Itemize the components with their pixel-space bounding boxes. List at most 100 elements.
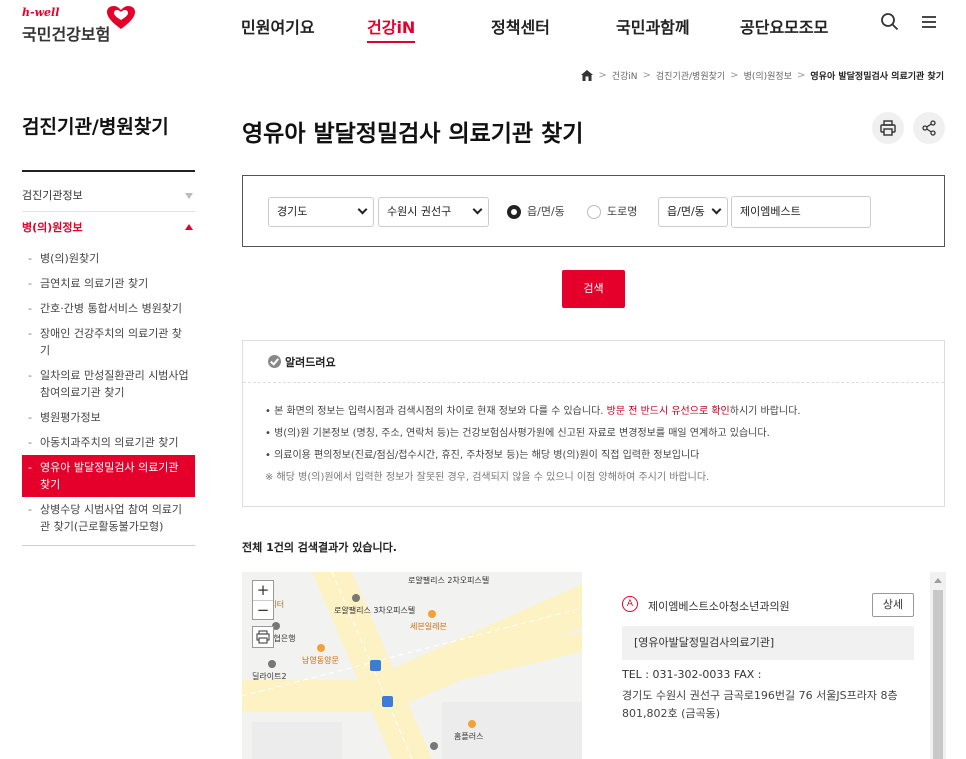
result-card: A 제이엠베스트소아청소년과의원 상세 [영유아발달정밀검사의료기관] TEL … (606, 572, 946, 759)
breadcrumb-separator: > (797, 69, 806, 81)
search-form: 경기도 수원시 권선구 읍/면/동 도로명 읍/면/동 제이엠베스트 (242, 175, 945, 247)
expand-arrow-icon (185, 224, 193, 230)
map-zoom-control: + − (252, 580, 274, 620)
sidebar-menu: 검진기관정보 병(의)원정보 병(의)원찾기 금연치료 의료기관 찾기 간호·간… (22, 180, 195, 546)
chevron-down-icon (711, 204, 722, 215)
check-circle-icon (268, 355, 281, 368)
sidebar-sub-list: 병(의)원찾기 금연치료 의료기관 찾기 간호·간병 통합서비스 병원찾기 장애… (22, 244, 195, 546)
location-map[interactable]: 로얄팰리스 2차오피스텔 로얄팰리스 3차오피스텔 세븐일레븐 남영동양문 농협… (242, 572, 582, 759)
chevron-down-icon (472, 204, 483, 215)
detail-button[interactable]: 상세 (872, 593, 914, 617)
result-scrollbar[interactable] (930, 572, 946, 759)
sidebar-item-hospital-eval[interactable]: 병원평가정보 (22, 405, 195, 430)
radio-emd[interactable]: 읍/면/동 (507, 204, 577, 220)
search-button[interactable]: 검색 (562, 270, 625, 308)
map-roads (242, 572, 582, 759)
zoom-out-button[interactable]: − (253, 600, 273, 619)
notice-text: 하시기 바랍니다. (729, 406, 801, 417)
breadcrumb-separator: > (642, 69, 651, 81)
sido-select[interactable]: 경기도 (268, 197, 374, 227)
sidebar-group-label: 검진기관정보 (22, 189, 83, 202)
collapse-arrow-icon (185, 193, 193, 199)
home-icon[interactable] (581, 69, 594, 81)
sidebar-item-hospital-search[interactable]: 병(의)원찾기 (22, 246, 195, 271)
building-poi-icon (268, 660, 276, 668)
radio-dot (587, 205, 601, 219)
sigungu-select[interactable]: 수원시 권선구 (378, 197, 489, 227)
address-type-value: 읍/면/동 (667, 205, 705, 218)
bus-stop-icon (370, 660, 381, 671)
sidebar-item-chronic-disease[interactable]: 일차의료 만성질환관리 시범사업 참여의료기관 찾기 (22, 363, 195, 405)
global-nav: 민원여기요 건강iN 정책센터 국민과함께 공단요모조모 (0, 14, 966, 43)
radio-label: 도로명 (607, 205, 638, 218)
breadcrumb: > 건강iN > 검진기관/병원찾기 > 병(의)원정보 > 영유아 발달정밀검… (581, 68, 944, 82)
clinic-phone: TEL : 031-302-0033 FAX : (622, 668, 762, 681)
notice-body: • 본 화면의 정보는 입력시점과 검색시점의 차이로 현재 정보와 다를 수 … (243, 383, 944, 489)
map-label: 로얄팰리스 3차오피스텔 (334, 606, 416, 615)
search-icon[interactable] (880, 12, 900, 32)
sidebar-group-label: 병(의)원정보 (22, 221, 83, 234)
site-header: h-well 국민건강보험 민원여기요 건강iN 정책센터 국민과함께 공단요모… (0, 0, 966, 52)
building-poi-icon (352, 594, 360, 602)
nav-item-civil[interactable]: 민원여기요 (241, 14, 315, 38)
clinic-name[interactable]: 제이엠베스트소아청소년과의원 (648, 598, 790, 614)
place-poi-icon (317, 644, 325, 652)
result-count: 전체 1건의 검색결과가 있습니다. (242, 541, 397, 554)
keyword-input[interactable]: 제이엠베스트 (731, 196, 871, 228)
scroll-up-arrow-icon[interactable] (934, 578, 942, 583)
scrollbar-thumb[interactable] (933, 590, 943, 759)
map-label: 남영동양문 (302, 656, 339, 665)
breadcrumb-separator: > (598, 69, 607, 81)
nav-item-policy[interactable]: 정책센터 (491, 14, 550, 38)
sidebar-divider (22, 170, 195, 172)
notice-box: 알려드려요 • 본 화면의 정보는 입력시점과 검색시점의 차이로 현재 정보와… (242, 340, 945, 507)
nav-item-together[interactable]: 국민과함께 (616, 14, 690, 38)
map-label: 로얄팰리스 2차오피스텔 (408, 576, 490, 585)
radio-road[interactable]: 도로명 (587, 204, 647, 220)
sidebar-item-nursing-care[interactable]: 간호·간병 통합서비스 병원찾기 (22, 296, 195, 321)
breadcrumb-item[interactable]: 병(의)원정보 (744, 69, 792, 82)
notice-line: • 본 화면의 정보는 입력시점과 검색시점의 차이로 현재 정보와 다를 수 … (265, 401, 944, 423)
notice-line: • 의료이용 편의정보(진료/점심/접수시간, 휴진, 주차정보 등)는 해당 … (265, 450, 700, 461)
sidebar-group-checkup[interactable]: 검진기관정보 (22, 180, 195, 212)
address-type-select[interactable]: 읍/면/동 (658, 197, 728, 227)
notice-title: 알려드려요 (285, 356, 336, 369)
breadcrumb-separator: > (730, 69, 739, 81)
sidebar-title: 검진기관/병원찾기 (22, 116, 169, 138)
sidebar-item-smoking-cessation[interactable]: 금연치료 의료기관 찾기 (22, 271, 195, 296)
radio-dot-selected (507, 205, 521, 219)
map-label: 홈플러스 (454, 732, 484, 741)
breadcrumb-item[interactable]: 건강iN (612, 69, 638, 82)
share-icon (922, 120, 936, 136)
map-label: 딜라이트2 (252, 672, 287, 681)
sido-select-value: 경기도 (277, 205, 308, 218)
notice-text: • 본 화면의 정보는 입력시점과 검색시점의 차이로 현재 정보와 다를 수 … (265, 406, 607, 417)
clinic-address: 경기도 수원시 권선구 금곡로196번길 76 서울JS프라자 8층 801,8… (622, 689, 898, 720)
breadcrumb-current: 영유아 발달정밀검사 의료기관 찾기 (810, 71, 944, 82)
mart-poi-icon (468, 720, 476, 728)
sidebar-item-infant-development[interactable]: 영유아 발달정밀검사 의료기관 찾기 (22, 455, 195, 497)
radio-label: 읍/면/동 (527, 205, 565, 218)
printer-icon (880, 120, 896, 136)
clinic-category-tag: [영유아발달정밀검사의료기관] (622, 626, 914, 660)
notice-note: ※ 해당 병(의)원에서 입력한 정보가 잘못된 경우, 검색되지 않을 수 있… (265, 472, 710, 483)
map-label: 세븐일레븐 (410, 622, 447, 631)
sidebar-item-child-dental[interactable]: 아동치과주치의 의료기관 찾기 (22, 430, 195, 455)
print-button[interactable] (872, 112, 904, 144)
printer-icon (256, 630, 270, 644)
share-button[interactable] (913, 112, 945, 144)
sidebar-group-hospital[interactable]: 병(의)원정보 (22, 212, 195, 244)
nav-item-health-in[interactable]: 건강iN (367, 14, 416, 43)
hamburger-menu-icon[interactable] (919, 12, 939, 32)
store-poi-icon (428, 610, 436, 618)
page-title: 영유아 발달정밀검사 의료기관 찾기 (242, 121, 584, 147)
breadcrumb-item[interactable]: 검진기관/병원찾기 (656, 69, 725, 82)
map-print-button[interactable] (252, 626, 274, 648)
sidebar-item-disabled-care[interactable]: 장애인 건강주치의 의료기관 찾기 (22, 321, 195, 363)
nav-item-about[interactable]: 공단요모조모 (740, 14, 828, 38)
sidebar-item-sickness-allowance[interactable]: 상병수당 시범사업 참여 의료기관 찾기(근로활동불가모형) (22, 497, 195, 539)
notice-line: • 병(의)원 기본정보 (명칭, 주소, 연락처 등)는 건강보험심사평가원에… (265, 428, 770, 439)
zoom-in-button[interactable]: + (253, 581, 273, 600)
notice-header: 알려드려요 (243, 341, 944, 383)
building-poi-icon (430, 742, 438, 750)
